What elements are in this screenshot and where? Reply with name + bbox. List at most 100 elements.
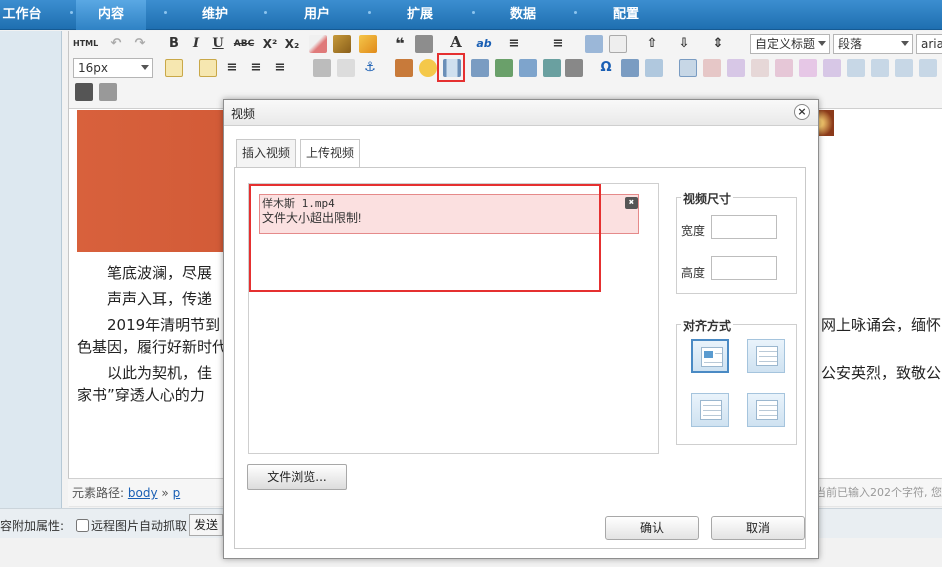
align-center-option[interactable] [747, 393, 785, 427]
delete-row-icon[interactable] [775, 59, 793, 77]
eraser-icon[interactable] [309, 35, 327, 53]
font-family-select[interactable]: aria [916, 34, 942, 54]
upload-video-panel: 佯木斯 1.mp4 文件大小超出限制! ✖ 文件浏览... 视频尺寸 宽度 高度… [234, 167, 806, 549]
superscript-icon[interactable]: X² [261, 35, 279, 53]
file-browse-button[interactable]: 文件浏览... [247, 464, 347, 490]
nav-tab-data[interactable]: 数据 [488, 0, 558, 30]
insert-row-icon[interactable] [751, 59, 769, 77]
attachment-icon[interactable] [471, 59, 489, 77]
paragraph-select[interactable]: 段落 [833, 34, 913, 54]
dialog-title: 视频 [231, 107, 256, 121]
video-size-legend: 视频尺寸 [681, 190, 734, 207]
redo-icon[interactable]: ↷ [131, 35, 149, 53]
align-text-line [703, 405, 721, 406]
ordered-list-icon[interactable]: ≡ [505, 35, 523, 53]
unordered-list-icon[interactable]: ≡ [549, 35, 567, 53]
nav-tab-content[interactable]: 内容 [76, 0, 146, 30]
auto-format-icon[interactable] [359, 35, 377, 53]
undo-icon[interactable]: ↶ [107, 35, 125, 53]
align-none-icon [756, 346, 778, 366]
image-icon[interactable] [395, 59, 413, 77]
select-all-icon[interactable] [585, 35, 603, 53]
link-icon[interactable] [313, 59, 331, 77]
binoculars-icon[interactable] [75, 83, 93, 101]
print-icon[interactable] [99, 83, 117, 101]
delete-table-icon[interactable] [703, 59, 721, 77]
element-path-p[interactable]: p [173, 486, 181, 500]
align-left-option[interactable] [691, 339, 729, 373]
close-icon[interactable]: × [794, 104, 810, 120]
align-justify-icon[interactable]: ≡ [271, 59, 289, 77]
font-color-icon[interactable]: A [447, 33, 465, 51]
nav-separator [70, 11, 73, 14]
background-color-icon[interactable]: ab [475, 35, 493, 53]
align-left-icon[interactable] [199, 59, 217, 77]
gmap-icon[interactable] [519, 59, 537, 77]
tab-insert-video[interactable]: 插入视频 [236, 139, 297, 167]
tab-upload-video[interactable]: 上传视频 [300, 139, 361, 168]
line-height-icon[interactable]: ⇕ [709, 35, 727, 53]
row-spacing-top-icon[interactable]: ⇧ [643, 35, 661, 53]
element-path-body[interactable]: body [128, 486, 158, 500]
align-right-icon[interactable]: ≡ [247, 59, 265, 77]
anchor-icon[interactable]: ⚓ [361, 59, 379, 77]
align-none-option[interactable] [747, 339, 785, 373]
editor-toolbar: HTML ↶ ↷ B I U ABC X² X₂ ❝ A ab ≡ ≡ ⇧ ⇩ … [69, 31, 942, 109]
insert-paragraph-before-table-icon[interactable] [727, 59, 745, 77]
custom-heading-select[interactable]: 自定义标题 [750, 34, 830, 54]
align-text-line [759, 405, 777, 406]
clear-doc-icon[interactable] [609, 35, 627, 53]
italic-icon[interactable]: I [187, 35, 205, 53]
font-size-select[interactable]: 16px [73, 58, 153, 78]
word-count: 当前已输入202个字符, 您 [815, 486, 942, 499]
insert-col-icon[interactable] [799, 59, 817, 77]
height-input[interactable] [711, 256, 777, 280]
unlink-icon[interactable] [337, 59, 355, 77]
nav-tab-extensions[interactable]: 扩展 [385, 0, 455, 30]
send-button[interactable]: 发送 [189, 514, 224, 536]
remote-image-checkbox-label: 远程图片自动抓取 [91, 519, 188, 533]
bold-icon[interactable]: B [165, 35, 183, 53]
paste-text-icon[interactable] [415, 35, 433, 53]
split-cells-icon[interactable] [919, 59, 937, 77]
merge-cells-icon[interactable] [847, 59, 865, 77]
remote-image-checkbox[interactable]: 远程图片自动抓取 [76, 517, 187, 534]
align-center-icon[interactable]: ≡ [223, 59, 241, 77]
nav-tab-maintenance[interactable]: 维护 [180, 0, 250, 30]
search-replace-icon[interactable] [621, 59, 639, 77]
merge-right-icon[interactable] [871, 59, 889, 77]
delete-col-icon[interactable] [823, 59, 841, 77]
paragraph-3: 2019年清明节到 [107, 316, 221, 334]
paragraph-4-cont: 家书”穿透人心的力 [77, 386, 205, 404]
strikethrough-icon[interactable]: ABC [233, 35, 255, 53]
subscript-icon[interactable]: X₂ [283, 35, 301, 53]
confirm-button[interactable]: 确认 [605, 516, 699, 540]
row-spacing-bottom-icon[interactable]: ⇩ [675, 35, 693, 53]
format-painter-icon[interactable] [333, 35, 351, 53]
insert-table-icon[interactable] [679, 59, 697, 77]
font-size-value: 16px [78, 61, 108, 75]
content-attributes-label: 容附加属性: [0, 519, 65, 533]
nav-tab-workbench[interactable]: 工作台 [0, 0, 44, 30]
nav-tab-config[interactable]: 配置 [591, 0, 661, 30]
remove-file-icon[interactable]: ✖ [625, 197, 638, 209]
merge-down-icon[interactable] [895, 59, 913, 77]
blockquote-icon[interactable]: ❝ [391, 35, 409, 53]
upload-file-list[interactable]: 佯木斯 1.mp4 文件大小超出限制! ✖ [248, 183, 659, 454]
emotion-icon[interactable] [419, 59, 437, 77]
special-chars-icon[interactable]: Ω [597, 59, 615, 77]
html-source-button[interactable]: HTML [73, 35, 98, 53]
underline-icon[interactable]: U [209, 35, 227, 53]
template-icon[interactable] [645, 59, 663, 77]
alignment-legend: 对齐方式 [681, 317, 734, 334]
nav-tab-users[interactable]: 用户 [282, 0, 352, 30]
cancel-button[interactable]: 取消 [711, 516, 805, 540]
remote-image-checkbox-input[interactable] [76, 519, 89, 532]
map-icon[interactable] [495, 59, 513, 77]
page-break-icon[interactable] [565, 59, 583, 77]
width-input[interactable] [711, 215, 777, 239]
align-right-option[interactable] [691, 393, 729, 427]
insert-frame-icon[interactable] [543, 59, 561, 77]
video-icon-highlight [437, 53, 465, 82]
indent-icon[interactable] [165, 59, 183, 77]
